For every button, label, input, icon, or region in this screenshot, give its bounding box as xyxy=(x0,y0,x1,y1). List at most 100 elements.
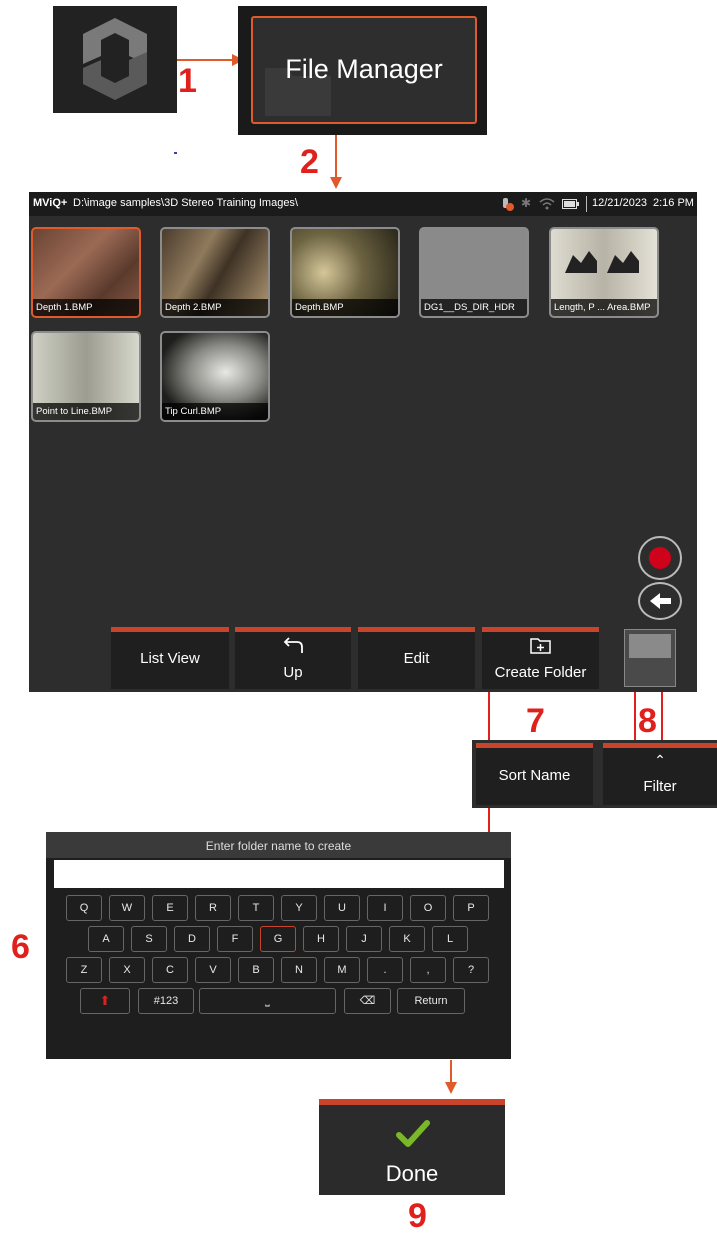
key-m[interactable]: M xyxy=(324,957,360,983)
brand-label: MViQ+ xyxy=(33,197,68,209)
key-b[interactable]: B xyxy=(238,957,274,983)
filter-label: Filter xyxy=(643,778,677,795)
arrow-right-icon xyxy=(176,54,244,66)
key-symbol[interactable]: , xyxy=(410,957,446,983)
leader-line xyxy=(488,692,490,742)
status-bar: MViQ+ D:\image samples\3D Stereo Trainin… xyxy=(29,192,697,216)
up-arrow-icon xyxy=(283,637,303,653)
thumbnail-label: Point to Line.BMP xyxy=(33,403,139,420)
key-u[interactable]: U xyxy=(324,895,360,921)
key-f[interactable]: F xyxy=(217,926,253,952)
callout-9: 9 xyxy=(408,1197,427,1235)
create-folder-button[interactable]: Create Folder xyxy=(482,627,599,689)
thumbnail[interactable]: Point to Line.BMP xyxy=(31,331,141,422)
record-icon xyxy=(649,547,671,569)
key-s[interactable]: S xyxy=(131,926,167,952)
folder-name-input[interactable] xyxy=(54,860,504,888)
key-v[interactable]: V xyxy=(195,957,231,983)
sort-name-button[interactable]: Sort Name xyxy=(476,743,593,805)
callout-2: 2 xyxy=(300,143,319,181)
done-label: Done xyxy=(385,1161,439,1186)
thumbnail[interactable]: Length, P ... Area.BMP xyxy=(549,227,659,318)
key-d[interactable]: D xyxy=(174,926,210,952)
callout-8: 8 xyxy=(638,702,657,740)
numbers-key[interactable]: #123 xyxy=(138,988,194,1014)
file-manager-label: File Manager xyxy=(285,54,443,84)
probe-warning-icon xyxy=(503,198,514,211)
folder-name-keyboard: Enter folder name to create QWERTYUIOP AS… xyxy=(46,832,511,1059)
sort-filter-bar: Sort Name ⌃ Filter xyxy=(472,740,717,808)
thumbnail-graphic xyxy=(565,251,639,273)
create-folder-label: Create Folder xyxy=(494,664,587,681)
thumbnail[interactable]: Depth 2.BMP xyxy=(160,227,270,318)
thumbnail-label: Depth 2.BMP xyxy=(162,299,268,316)
key-h[interactable]: H xyxy=(303,926,339,952)
status-divider xyxy=(586,196,587,212)
filter-button[interactable]: ⌃ Filter xyxy=(603,743,717,805)
checkmark-icon xyxy=(396,1120,430,1147)
status-time: 2:16 PM xyxy=(653,197,694,209)
dot xyxy=(174,152,177,154)
file-manager-screen: MViQ+ D:\image samples\3D Stereo Trainin… xyxy=(29,192,697,692)
leader-line xyxy=(661,692,663,742)
inspection-app-icon[interactable] xyxy=(53,6,177,113)
key-symbol[interactable]: ? xyxy=(453,957,489,983)
arrow-down-icon xyxy=(445,1060,457,1094)
app-logo-icon xyxy=(83,18,147,100)
prompt-text: Enter folder name to create xyxy=(205,839,352,853)
file-manager-tile[interactable]: File Manager xyxy=(238,6,487,135)
key-e[interactable]: E xyxy=(152,895,188,921)
leader-line xyxy=(634,692,636,742)
thumbnail-label: Depth.BMP xyxy=(292,299,398,316)
thumbnail[interactable]: Tip Curl.BMP xyxy=(160,331,270,422)
file-manager-button[interactable]: File Manager xyxy=(251,16,477,124)
key-p[interactable]: P xyxy=(453,895,489,921)
key-y[interactable]: Y xyxy=(281,895,317,921)
key-k[interactable]: K xyxy=(389,926,425,952)
more-menu-indicator xyxy=(629,634,671,658)
wifi-icon xyxy=(539,198,555,210)
thumbnail[interactable]: Depth.BMP xyxy=(290,227,400,318)
prompt-bar: Enter folder name to create xyxy=(46,832,511,858)
key-c[interactable]: C xyxy=(152,957,188,983)
list-view-button[interactable]: List View xyxy=(111,627,229,689)
record-button[interactable] xyxy=(638,536,682,580)
done-button[interactable]: Done xyxy=(319,1099,505,1195)
key-z[interactable]: Z xyxy=(66,957,102,983)
edit-button[interactable]: Edit xyxy=(358,627,475,689)
chevron-up-icon: ⌃ xyxy=(654,752,666,768)
callout-7: 7 xyxy=(526,702,545,740)
current-path: D:\image samples\3D Stereo Training Imag… xyxy=(73,197,298,209)
key-l[interactable]: L xyxy=(432,926,468,952)
edit-label: Edit xyxy=(403,650,430,667)
key-r[interactable]: R xyxy=(195,895,231,921)
key-i[interactable]: I xyxy=(367,895,403,921)
more-menu-button[interactable] xyxy=(624,629,676,687)
thumbnail[interactable]: Depth 1.BMP xyxy=(31,227,141,318)
key-symbol[interactable]: . xyxy=(367,957,403,983)
key-t[interactable]: T xyxy=(238,895,274,921)
shift-key-icon[interactable]: ⬆ xyxy=(80,988,130,1014)
key-o[interactable]: O xyxy=(410,895,446,921)
backspace-icon[interactable]: ⌫ xyxy=(344,988,391,1014)
back-button[interactable] xyxy=(638,582,682,620)
arrow-left-icon xyxy=(650,593,671,609)
key-j[interactable]: J xyxy=(346,926,382,952)
key-a[interactable]: A xyxy=(88,926,124,952)
status-date: 12/21/2023 xyxy=(592,197,648,209)
thumbnail[interactable]: DG1__DS_DIR_HDR xyxy=(419,227,529,318)
key-w[interactable]: W xyxy=(109,895,145,921)
arrow-down-icon xyxy=(330,135,342,189)
up-button[interactable]: Up xyxy=(235,627,351,689)
battery-icon xyxy=(562,199,579,209)
key-q[interactable]: Q xyxy=(66,895,102,921)
key-x[interactable]: X xyxy=(109,957,145,983)
key-g[interactable]: G xyxy=(260,926,296,952)
return-key[interactable]: Return xyxy=(397,988,465,1014)
spacebar-key[interactable]: ⎵ xyxy=(199,988,336,1014)
callout-6-keyboard: 6 xyxy=(11,928,30,966)
sort-name-label: Sort Name xyxy=(498,767,571,784)
list-view-label: List View xyxy=(140,650,200,667)
key-n[interactable]: N xyxy=(281,957,317,983)
bluetooth-icon: ✱ xyxy=(521,196,532,210)
